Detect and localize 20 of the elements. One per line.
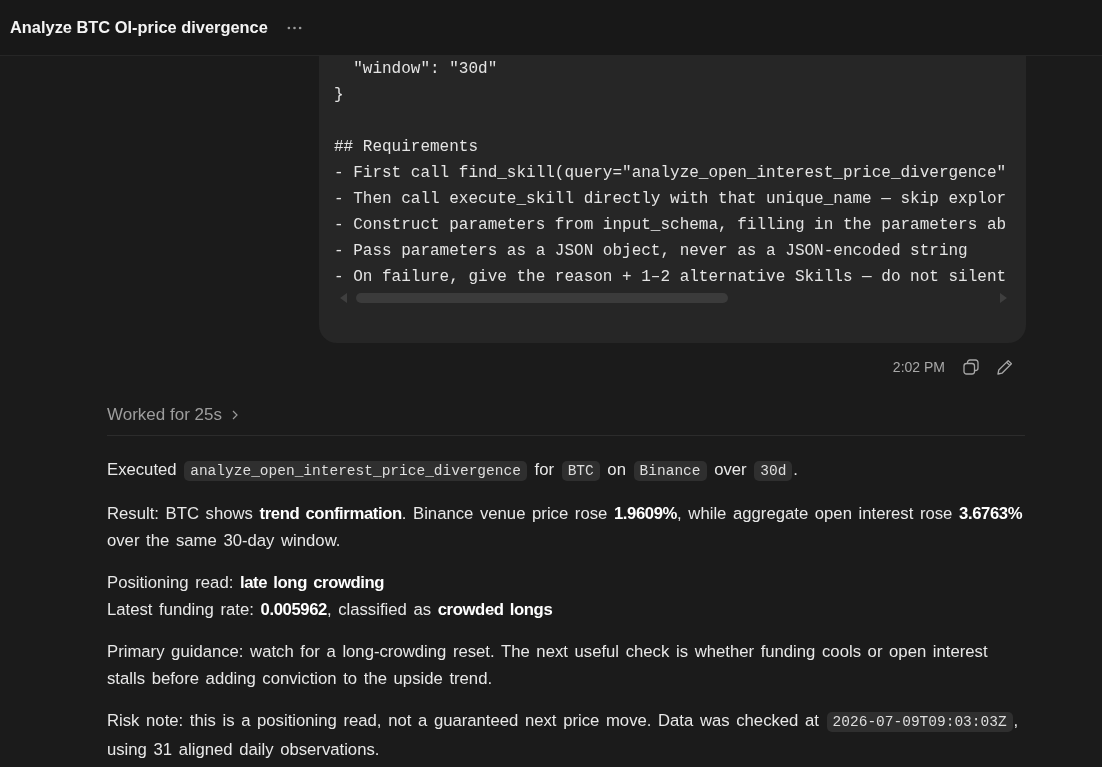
code-line: - Construct parameters from input_schema, filling in the parameters ab <box>334 215 1008 236</box>
response-text: Positioning read: late long crowding <box>107 572 386 594</box>
code-line: "window": "30d" <box>352 59 499 80</box>
response-text: Executed analyze_open_interest_price_divergence for BTC on Binance over 30d . <box>107 459 799 483</box>
code-line: - Pass parameters as a JSON object, never as a JSON-encoded string <box>334 241 969 262</box>
code-line: - On failure, give the reason + 1–2 alternative Skills — do not silent <box>334 267 1008 288</box>
conversation-title: Analyze BTC OI-price divergence <box>10 18 268 37</box>
response-text: Risk note: this is a positioning read, not a guaranteed next price move. Data was checked at 2026-07-09T09:03:03Z , using 31 aligned daily observations. <box>107 710 1020 761</box>
more-icon[interactable] <box>286 25 302 30</box>
response-text: Primary guidance: watch for a long-crowding reset. The next useful check is whether funding cools or open interest stalls before adding conviction to the upside trend. <box>107 641 989 690</box>
message-time: 2:02 PM <box>892 359 945 375</box>
code-line: ## Requirements <box>334 137 480 158</box>
pencil-icon[interactable] <box>997 359 1013 375</box>
work-summary-toggle[interactable]: Worked for 25s <box>107 403 238 427</box>
response-text: Result: BTC shows trend confirmation. Binance venue price rose 1.9609%, while aggregate open interest rose 3.6763% over the same 30-day window. <box>107 503 1024 552</box>
code-line: } <box>334 85 345 106</box>
response-text: Latest funding rate: 0.005962, classified as crowded longs <box>107 599 554 621</box>
copy-icon[interactable] <box>963 359 979 375</box>
code-line: - Then call execute_skill directly with that unique_name — skip explor <box>334 189 1008 210</box>
code-line: - First call find_skill(query="analyze_open_interest_price_divergence" <box>334 163 1008 184</box>
